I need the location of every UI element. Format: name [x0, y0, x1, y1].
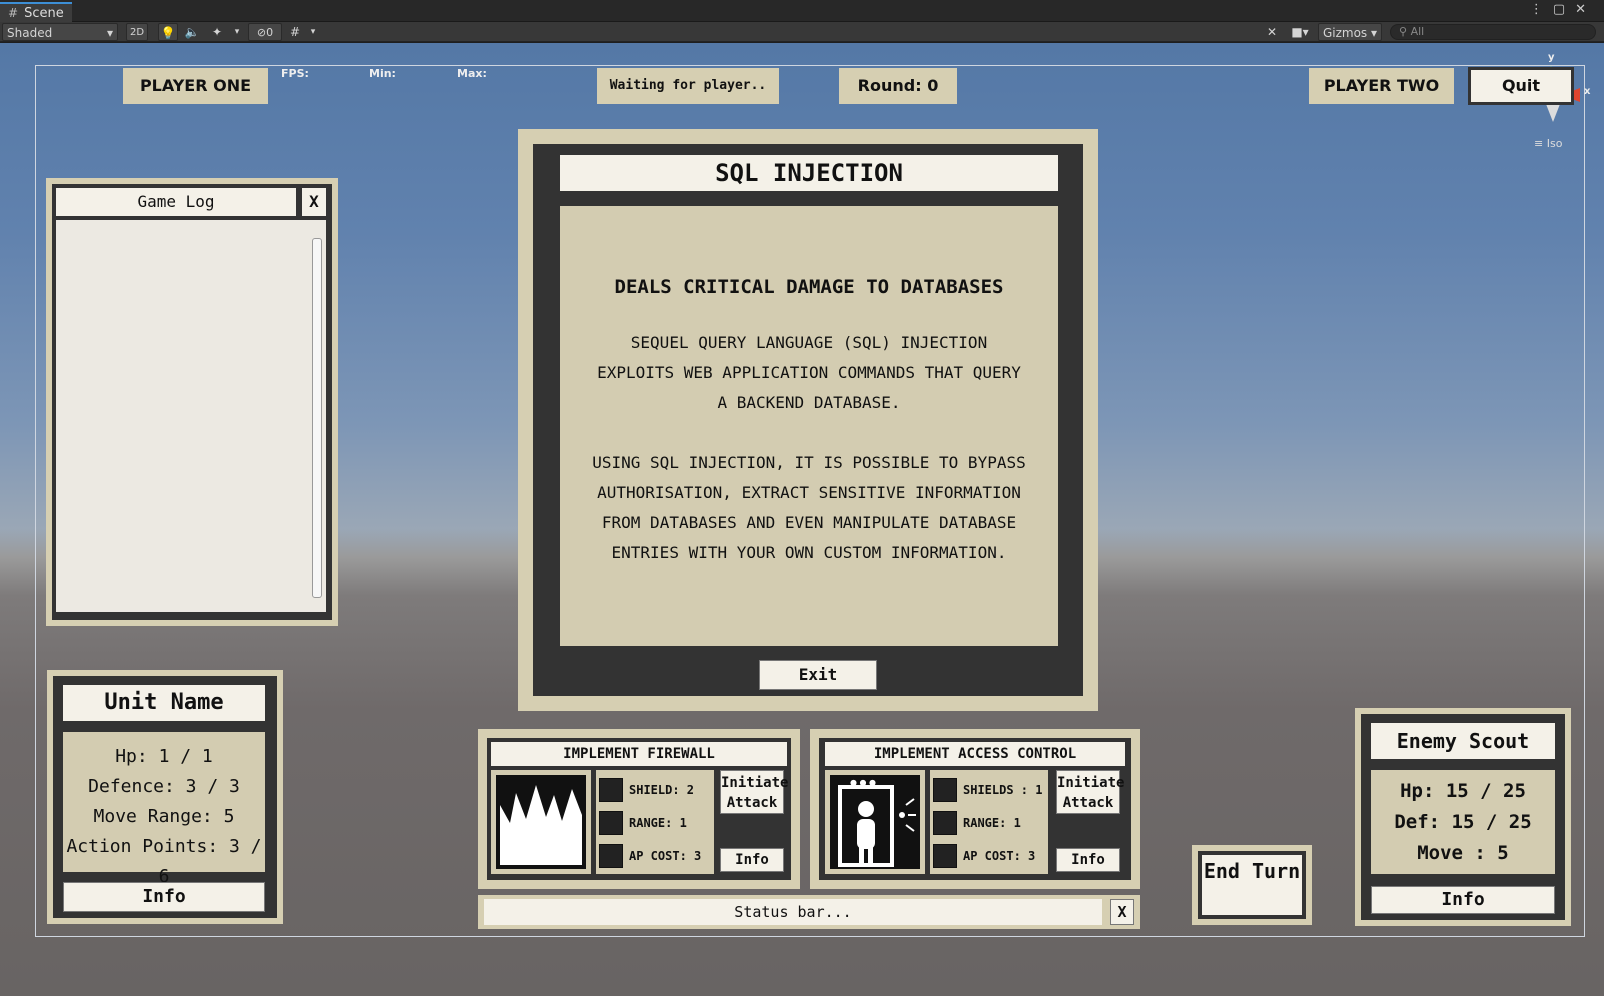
- z-axis-cone[interactable]: [1546, 104, 1560, 122]
- card-info-paragraph-1: Sequel Query Language (SQL) injection ex…: [597, 333, 1021, 412]
- flame-icon: [496, 775, 586, 869]
- player-one-label: PLAYER ONE: [123, 68, 268, 104]
- game-log-title: Game Log: [56, 188, 296, 216]
- fps-min-label: Min:: [369, 67, 396, 80]
- end-turn-frame: End Turn: [1192, 845, 1312, 925]
- grid-dropdown-icon[interactable]: ▾: [306, 23, 320, 41]
- enemy-stats: Hp: 15 / 25 Def: 15 / 25 Move : 5: [1371, 770, 1555, 874]
- card-firewall-attack-button[interactable]: Initiate Attack: [720, 770, 788, 814]
- card-firewall-art: [491, 770, 591, 874]
- range-icon: [933, 810, 957, 835]
- window-controls[interactable]: ⋮▢✕: [1530, 2, 1596, 17]
- unit-stats: Hp: 1 / 1 Defence: 3 / 3 Move Range: 5 A…: [63, 732, 265, 887]
- card-info-description: DEALS CRITICAL DAMAGE TO DATABASES Seque…: [560, 206, 1058, 646]
- unit-move-range: Move Range: 5: [93, 806, 235, 827]
- toggle-2d-button[interactable]: 2D: [126, 23, 148, 41]
- enemy-info-button[interactable]: Info: [1371, 886, 1555, 914]
- enemy-panel: Enemy Scout Hp: 15 / 25 Def: 15 / 25 Mov…: [1355, 708, 1571, 926]
- unit-defence: Defence: 3 / 3: [88, 776, 240, 797]
- grid-snap-icon[interactable]: #: [286, 23, 304, 41]
- editor-tab-bar: # Scene ⋮▢✕: [0, 0, 1604, 22]
- enemy-name: Enemy Scout: [1371, 723, 1555, 759]
- round-counter: Round: 0: [839, 68, 957, 104]
- card-firewall-title: Implement Firewall: [491, 742, 787, 766]
- ap-cost-icon: [933, 843, 957, 868]
- effects-dropdown-icon[interactable]: ▾: [230, 23, 244, 41]
- enemy-move: Move : 5: [1417, 842, 1509, 864]
- card-access-control-attack-button[interactable]: Initiate Attack: [1056, 770, 1124, 814]
- unit-panel: Unit Name Hp: 1 / 1 Defence: 3 / 3 Move …: [47, 670, 283, 924]
- unit-info-button[interactable]: Info: [63, 882, 265, 912]
- enemy-hp: Hp: 15 / 25: [1400, 780, 1526, 802]
- hidden-objects-toggle[interactable]: ⊘0: [248, 23, 282, 41]
- fps-label: FPS:: [281, 67, 309, 80]
- card-info-paragraph-2: Using SQL injection, it is possible to b…: [592, 453, 1026, 562]
- svg-text:● ● ●: ● ● ●: [850, 778, 876, 787]
- card-access-control-stats: SHIELDS : 1 RANGE: 1 AP COST: 3: [930, 770, 1048, 874]
- card-access-control-title: Implement Access Control: [825, 742, 1125, 766]
- fps-max-label: Max:: [457, 67, 487, 80]
- game-log-content[interactable]: [56, 220, 326, 612]
- camera-icon[interactable]: ■▾: [1286, 23, 1314, 41]
- card-access-control-info-button[interactable]: Info: [1056, 848, 1120, 872]
- end-turn-button[interactable]: End Turn: [1202, 855, 1302, 915]
- iso-label[interactable]: ≡ Iso: [1534, 137, 1562, 150]
- person-in-door-icon: ● ● ●: [830, 775, 920, 869]
- quit-button[interactable]: Quit: [1468, 67, 1574, 105]
- card-access-control-art: ● ● ●: [825, 770, 925, 874]
- unit-name: Unit Name: [63, 685, 265, 721]
- card-firewall-stats: SHIELD: 2 RANGE: 1 AP COST: 3: [596, 770, 714, 874]
- card-info-panel: SQL INJECTION DEALS CRITICAL DAMAGE TO D…: [518, 129, 1098, 711]
- game-log-scrollbar[interactable]: [312, 238, 322, 598]
- gizmos-dropdown[interactable]: Gizmos ▾: [1318, 23, 1382, 41]
- card-firewall-info-button[interactable]: Info: [720, 848, 784, 872]
- enemy-def: Def: 15 / 25: [1394, 811, 1532, 833]
- status-bar-close-button[interactable]: X: [1110, 899, 1134, 925]
- scene-toolbar: Shaded ▾ 2D 💡 🔈 ✦ ▾ ⊘0 # ▾ ✕ ■▾ Gizmos ▾ …: [0, 22, 1604, 42]
- audio-icon[interactable]: 🔈: [182, 23, 202, 41]
- player-two-label: PLAYER TWO: [1309, 68, 1454, 104]
- unit-hp: Hp: 1 / 1: [115, 746, 213, 767]
- lighting-icon[interactable]: 💡: [158, 23, 178, 41]
- game-log-panel: Game Log X: [46, 178, 338, 626]
- shield-icon: [599, 777, 623, 802]
- waiting-status: Waiting for player..: [597, 68, 779, 104]
- shield-icon: [933, 777, 957, 802]
- unit-panel-frame: Unit Name Hp: 1 / 1 Defence: 3 / 3 Move …: [53, 676, 277, 918]
- tools-icon[interactable]: ✕: [1262, 23, 1282, 41]
- shading-mode-dropdown[interactable]: Shaded ▾: [2, 23, 118, 41]
- ap-cost-icon: [599, 843, 623, 868]
- game-log-close-button[interactable]: X: [302, 188, 326, 216]
- card-firewall[interactable]: Implement Firewall SHIELD: 2 RANGE: 1 AP…: [478, 729, 800, 889]
- status-bar: Status bar... X: [478, 895, 1140, 929]
- card-info-title: SQL INJECTION: [560, 155, 1058, 191]
- card-info-frame: SQL INJECTION DEALS CRITICAL DAMAGE TO D…: [533, 144, 1083, 696]
- card-info-exit-button[interactable]: Exit: [759, 660, 877, 690]
- tab-scene[interactable]: # Scene: [0, 2, 72, 22]
- hierarchy-search-input[interactable]: ⚲ All: [1390, 24, 1596, 40]
- range-icon: [599, 810, 623, 835]
- grid-icon: #: [8, 6, 19, 20]
- card-access-control[interactable]: Implement Access Control ● ● ● SHIELDS: [810, 729, 1140, 889]
- effects-icon[interactable]: ✦: [206, 23, 228, 41]
- game-log-frame: Game Log X: [52, 184, 332, 620]
- status-bar-text: Status bar...: [484, 899, 1102, 925]
- card-info-headline: DEALS CRITICAL DAMAGE TO DATABASES: [614, 276, 1004, 298]
